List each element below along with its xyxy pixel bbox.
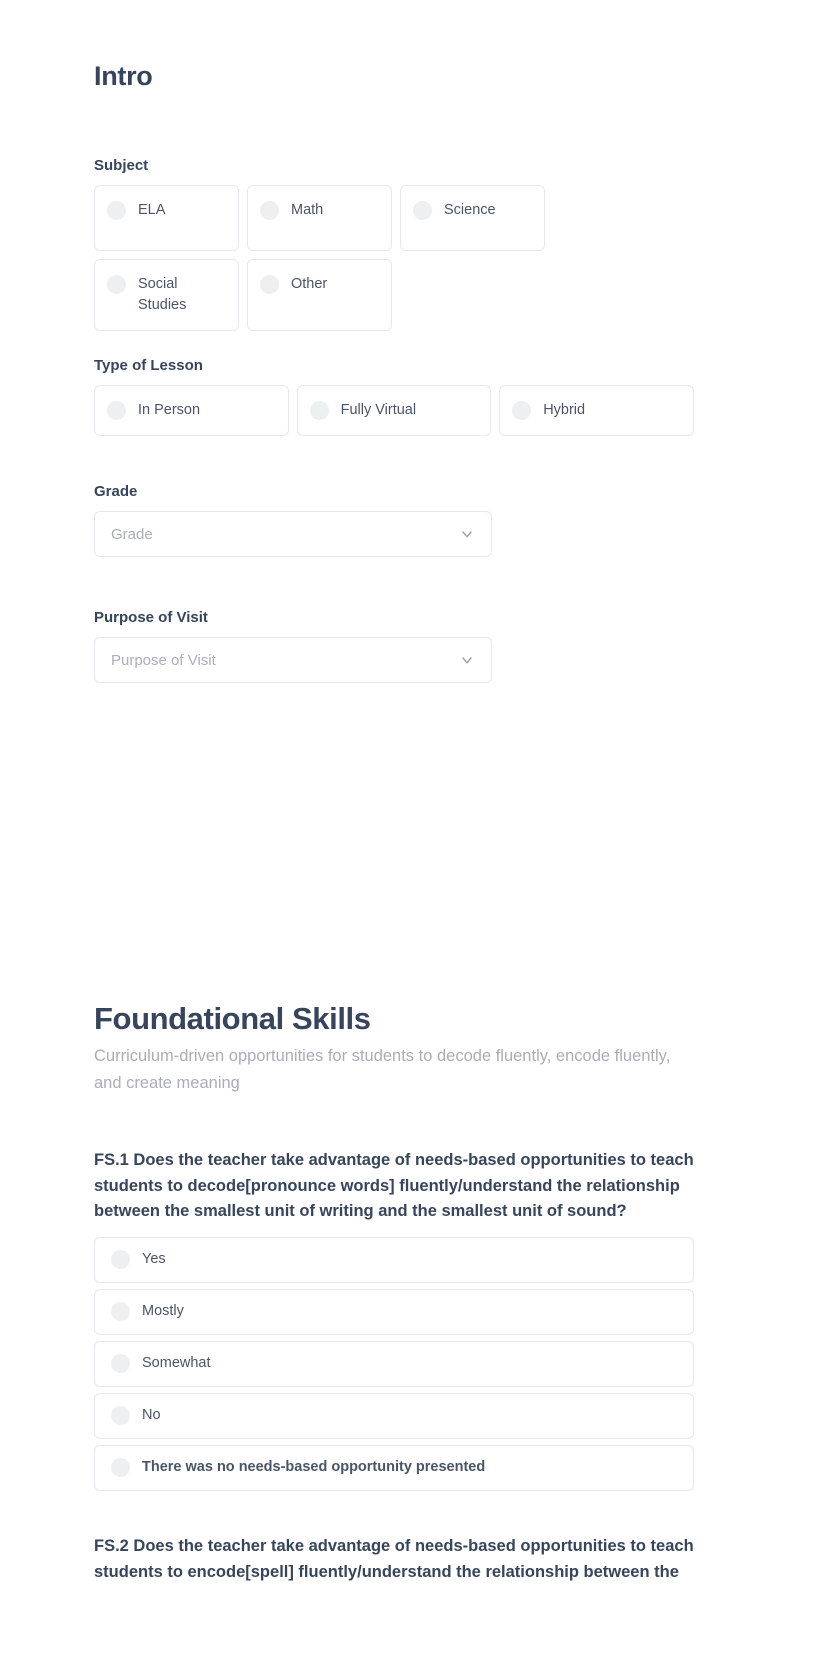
subject-option-science[interactable]: Science <box>400 185 545 251</box>
section-subtitle: Curriculum-driven opportunities for stud… <box>94 1047 671 1092</box>
radio-icon[interactable] <box>512 401 532 420</box>
lesson-type-field-group: Type of Lesson In Person Fully Virtual H… <box>94 357 694 437</box>
subject-option-ela[interactable]: ELA <box>94 185 239 251</box>
purpose-select[interactable]: Purpose of Visit <box>94 637 492 683</box>
fs1-option-label: There was no needs-based opportunity pre… <box>142 1459 486 1476</box>
grade-label: Grade <box>94 483 138 500</box>
foundational-skills-section: Foundational Skills Curriculum-driven op… <box>94 1000 694 1096</box>
question-fs2-text: FS.2 Does the teacher take advantage of … <box>94 1537 694 1581</box>
fs1-option-no[interactable]: No <box>94 1392 694 1439</box>
radio-icon[interactable] <box>260 201 279 220</box>
subject-options: ELA Math Science Social Studies Other <box>94 185 694 332</box>
radio-icon[interactable] <box>111 1250 130 1270</box>
fs1-option-no-opportunity[interactable]: There was no needs-based opportunity pre… <box>94 1444 694 1491</box>
fs1-option-label: No <box>142 1407 161 1424</box>
radio-icon[interactable] <box>260 275 279 294</box>
survey-page: Intro Subject ELA Math Science Social St… <box>0 0 840 1680</box>
subject-option-label: Math <box>291 202 324 218</box>
radio-icon[interactable] <box>111 1458 130 1478</box>
purpose-select-value: Purpose of Visit <box>111 651 216 669</box>
grade-select-value: Grade <box>111 525 153 543</box>
question-fs1-text: FS.1 Does the teacher take advantage of … <box>94 1151 694 1221</box>
page-title: Intro <box>94 61 153 91</box>
question-fs1-options: Yes Mostly Somewhat No There was no need… <box>94 1236 694 1491</box>
fs1-option-label: Mostly <box>142 1303 184 1320</box>
chevron-down-icon <box>462 657 472 664</box>
subject-option-social-studies[interactable]: Social Studies <box>94 259 239 332</box>
subject-option-label: Social Studies <box>138 276 187 314</box>
fs1-option-somewhat[interactable]: Somewhat <box>94 1340 694 1387</box>
fs1-option-yes[interactable]: Yes <box>94 1236 694 1283</box>
purpose-field-group: Purpose of Visit Purpose of Visit <box>94 609 694 683</box>
purpose-label: Purpose of Visit <box>94 609 208 626</box>
question-fs2: FS.2 Does the teacher take advantage of … <box>94 1534 694 1597</box>
radio-icon[interactable] <box>111 1302 130 1322</box>
lesson-type-label: Type of Lesson <box>94 357 203 374</box>
lesson-type-option-fully-virtual[interactable]: Fully Virtual <box>296 385 492 437</box>
radio-icon[interactable] <box>107 201 126 220</box>
lesson-type-option-in-person[interactable]: In Person <box>94 385 289 437</box>
lesson-type-option-hybrid[interactable]: Hybrid <box>499 385 694 437</box>
radio-icon[interactable] <box>107 275 126 294</box>
section-title: Foundational Skills <box>94 1001 371 1036</box>
grade-field-group: Grade Grade <box>94 483 694 557</box>
radio-icon[interactable] <box>111 1354 130 1374</box>
radio-icon[interactable] <box>309 401 329 420</box>
fs1-option-mostly[interactable]: Mostly <box>94 1288 694 1335</box>
intro-section: Intro <box>94 60 694 92</box>
subject-option-label: ELA <box>138 202 166 218</box>
subject-field-group: Subject ELA Math Science Social Studies … <box>94 157 694 332</box>
subject-option-math[interactable]: Math <box>247 185 392 251</box>
grade-select[interactable]: Grade <box>94 511 492 557</box>
lesson-type-option-label: In Person <box>138 402 201 418</box>
subject-option-other[interactable]: Other <box>247 259 392 332</box>
radio-icon[interactable] <box>413 201 432 220</box>
lesson-type-options: In Person Fully Virtual Hybrid <box>94 385 694 437</box>
subject-label: Subject <box>94 157 149 174</box>
subject-option-label: Other <box>291 276 328 292</box>
question-fs1: FS.1 Does the teacher take advantage of … <box>94 1148 694 1491</box>
subject-option-label: Science <box>444 202 496 218</box>
chevron-down-icon <box>462 531 472 538</box>
lesson-type-option-label: Fully Virtual <box>340 402 417 418</box>
radio-icon[interactable] <box>107 401 126 420</box>
fs1-option-label: Somewhat <box>142 1355 211 1372</box>
radio-icon[interactable] <box>111 1406 130 1426</box>
lesson-type-option-label: Hybrid <box>543 402 586 418</box>
fs1-option-label: Yes <box>142 1251 166 1268</box>
